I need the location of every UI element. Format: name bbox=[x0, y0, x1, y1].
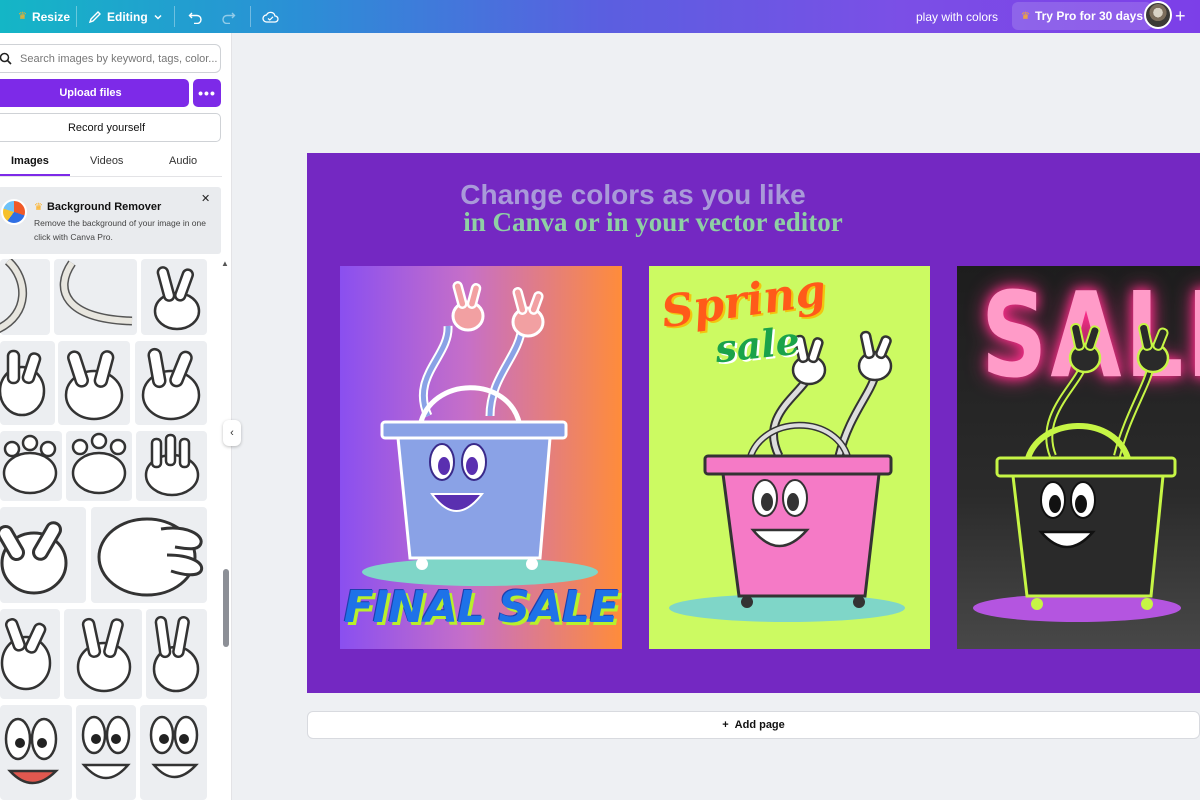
banner-title-text: Background Remover bbox=[46, 201, 162, 213]
cloud-save-status[interactable] bbox=[262, 0, 279, 33]
design-page[interactable]: Change colors as you like in Canva or in… bbox=[307, 153, 1200, 693]
tab-images[interactable]: Images bbox=[11, 155, 49, 167]
search-input[interactable]: Search images by keyword, tags, color... bbox=[0, 44, 221, 73]
resize-button[interactable]: ♛ Resize bbox=[18, 0, 70, 33]
image-results-grid bbox=[0, 259, 218, 800]
tab-audio[interactable]: Audio bbox=[169, 155, 197, 167]
record-yourself-button[interactable]: Record yourself bbox=[0, 113, 221, 142]
chevron-down-icon bbox=[154, 14, 162, 20]
top-toolbar: ♛ Resize Editing play with colors ♛ Try … bbox=[0, 0, 1200, 33]
plus-icon: + bbox=[722, 719, 729, 731]
image-thumbnail[interactable] bbox=[0, 259, 50, 335]
project-title-text: play with colors bbox=[916, 9, 999, 24]
crown-icon: ♛ bbox=[34, 201, 43, 213]
tabs-divider bbox=[0, 176, 222, 177]
try-pro-label: Try Pro for 30 days bbox=[1034, 9, 1144, 23]
image-thumbnail[interactable] bbox=[0, 609, 60, 699]
image-thumbnail[interactable] bbox=[76, 705, 136, 800]
editing-label: Editing bbox=[107, 9, 148, 24]
add-collaborator-button[interactable]: + bbox=[1175, 0, 1186, 33]
image-thumbnail[interactable] bbox=[0, 507, 86, 603]
image-thumbnail[interactable] bbox=[146, 609, 207, 699]
try-pro-button[interactable]: ♛ Try Pro for 30 days bbox=[1012, 2, 1153, 30]
avatar[interactable] bbox=[1144, 1, 1172, 29]
resize-label: Resize bbox=[31, 9, 70, 24]
redo-icon bbox=[222, 12, 236, 24]
image-thumbnail[interactable] bbox=[0, 341, 55, 425]
image-thumbnail[interactable] bbox=[135, 341, 207, 425]
banner-title: ♛ Background Remover bbox=[34, 201, 161, 213]
redo-button[interactable] bbox=[221, 0, 236, 33]
image-thumbnail[interactable] bbox=[64, 609, 142, 699]
image-thumbnail[interactable] bbox=[0, 705, 72, 800]
crown-icon: ♛ bbox=[1021, 10, 1030, 22]
image-thumbnail[interactable] bbox=[141, 259, 207, 335]
add-page-button[interactable]: + Add page bbox=[307, 711, 1200, 739]
image-thumbnail[interactable] bbox=[54, 259, 137, 335]
search-icon bbox=[0, 52, 12, 65]
chevron-left-icon: ‹ bbox=[230, 427, 234, 439]
scrollbar-thumb[interactable] bbox=[223, 569, 229, 647]
design-heading-line2[interactable]: in Canva or in your vector editor bbox=[307, 207, 999, 238]
cloud-check-icon bbox=[262, 11, 279, 23]
upload-files-button[interactable]: Upload files bbox=[0, 79, 189, 107]
crown-icon: ♛ bbox=[18, 11, 27, 22]
plus-icon: + bbox=[1175, 6, 1186, 26]
poster-neon-sale[interactable]: SALE bbox=[957, 266, 1200, 649]
panel-scrollbar[interactable]: ▲ bbox=[221, 259, 231, 800]
project-title[interactable]: play with colors bbox=[916, 0, 998, 33]
image-thumbnail[interactable] bbox=[136, 431, 207, 501]
uploads-panel: Search images by keyword, tags, color...… bbox=[0, 33, 232, 800]
close-icon[interactable]: ✕ bbox=[201, 192, 210, 205]
image-thumbnail[interactable] bbox=[91, 507, 207, 603]
poster-spring-sale[interactable]: Spring sale bbox=[649, 266, 930, 649]
toolbar-divider bbox=[76, 6, 77, 27]
poster-final-sale[interactable]: FINAL SALE bbox=[340, 266, 622, 649]
media-tabs: Images Videos Audio bbox=[0, 151, 222, 177]
image-thumbnail[interactable] bbox=[66, 431, 132, 501]
add-page-label: Add page bbox=[734, 719, 785, 731]
upload-label: Upload files bbox=[59, 87, 122, 99]
final-sale-text[interactable]: FINAL SALE bbox=[340, 582, 622, 633]
banner-description: Remove the background of your image in o… bbox=[34, 218, 206, 242]
collapse-panel-button[interactable]: ‹ bbox=[223, 420, 241, 446]
toolbar-divider bbox=[174, 6, 175, 27]
background-remover-icon bbox=[1, 199, 27, 225]
toolbar-divider bbox=[250, 6, 251, 27]
search-placeholder: Search images by keyword, tags, color... bbox=[20, 52, 218, 65]
image-thumbnail[interactable] bbox=[58, 341, 130, 425]
image-thumbnail[interactable] bbox=[140, 705, 207, 800]
background-remover-banner[interactable]: ♛ Background Remover Remove the backgrou… bbox=[0, 187, 221, 254]
sale-text[interactable]: sale bbox=[713, 318, 802, 372]
undo-button[interactable] bbox=[188, 0, 203, 33]
scroll-up-icon[interactable]: ▲ bbox=[221, 259, 229, 268]
record-label: Record yourself bbox=[67, 121, 146, 134]
basket-mascot-illustration bbox=[973, 322, 1181, 622]
undo-icon bbox=[188, 12, 202, 24]
pencil-icon bbox=[88, 10, 101, 23]
more-options-button[interactable]: ••• bbox=[193, 79, 221, 107]
more-dots-icon: ••• bbox=[198, 85, 216, 101]
image-thumbnail[interactable] bbox=[0, 431, 62, 501]
editing-mode-dropdown[interactable]: Editing bbox=[88, 0, 163, 33]
tab-videos[interactable]: Videos bbox=[90, 155, 123, 167]
